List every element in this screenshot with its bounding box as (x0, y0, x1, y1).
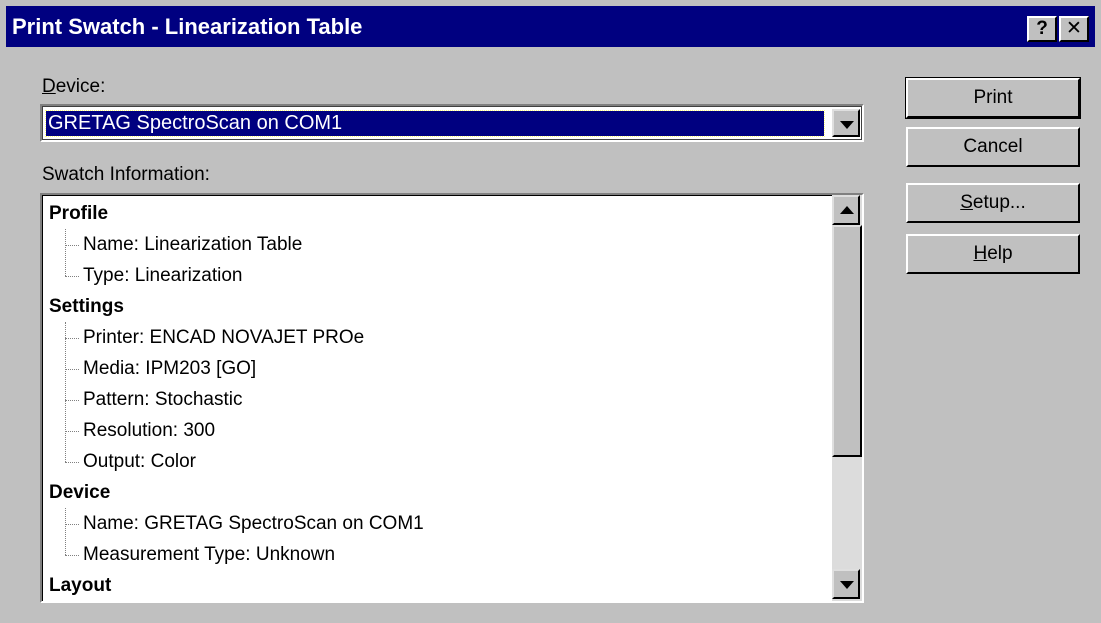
print-button[interactable]: Print (905, 77, 1081, 119)
help-title-button[interactable]: ? (1027, 16, 1057, 42)
tree-item[interactable]: Resolution: 300 (65, 415, 215, 447)
help-button[interactable]: Help (906, 234, 1080, 274)
tree-item[interactable]: Printer: ENCAD NOVAJET PROe (65, 322, 364, 354)
window-title: Print Swatch - Linearization Table (12, 14, 363, 39)
device-dropdown-button[interactable] (832, 109, 860, 137)
tree-item[interactable]: Name: GRETAG SpectroScan on COM1 (65, 508, 424, 540)
swatch-info-tree[interactable]: Profile Name: Linearization Table Type: Li… (40, 193, 864, 603)
tree-item[interactable]: Name: Linearization Table (65, 229, 302, 261)
tree-item[interactable]: Output: Color (65, 446, 196, 478)
setup-button[interactable]: Setup... (906, 183, 1080, 223)
title-bar[interactable]: Print Swatch - Linearization Table ? ✕ (6, 6, 1095, 47)
tree-connector-line (65, 229, 82, 276)
tree-group-header[interactable]: Device (49, 477, 110, 509)
tree-item[interactable]: Pattern: Stochastic (65, 384, 242, 416)
tree-item[interactable]: Type: Linearization (65, 260, 243, 292)
scroll-down-icon (840, 581, 854, 589)
scroll-down-button[interactable] (832, 569, 860, 599)
vertical-scrollbar[interactable] (832, 195, 862, 601)
scroll-up-icon (840, 206, 854, 214)
swatch-info-label: Swatch Information: (42, 164, 210, 185)
tree-connector (65, 462, 79, 463)
device-selected-value: GRETAG SpectroScan on COM1 (45, 110, 825, 137)
close-icon[interactable]: ✕ (1059, 16, 1089, 42)
tree-container: Profile Name: Linearization Table Type: Li… (42, 195, 862, 601)
tree-connector (65, 555, 79, 556)
print-swatch-dialog: Print Swatch - Linearization Table ? ✕ D… (0, 0, 1101, 623)
chevron-down-icon (840, 121, 854, 129)
tree-connector-line (65, 508, 82, 555)
tree-group-header[interactable]: Profile (49, 198, 108, 230)
tree-group-header[interactable]: Layout (49, 570, 111, 601)
tree-group-header[interactable]: Settings (49, 291, 124, 323)
tree-item[interactable]: Measurement Type: Unknown (65, 539, 335, 571)
device-label: Device: (42, 76, 106, 97)
device-select[interactable]: GRETAG SpectroScan on COM1 (40, 104, 864, 142)
cancel-button[interactable]: Cancel (906, 127, 1080, 167)
scroll-thumb[interactable] (832, 225, 862, 457)
tree-item[interactable]: Media: IPM203 [GO] (65, 353, 256, 385)
tree-connector (65, 276, 79, 277)
scroll-up-button[interactable] (832, 195, 860, 225)
tree-connector-line (65, 322, 82, 462)
